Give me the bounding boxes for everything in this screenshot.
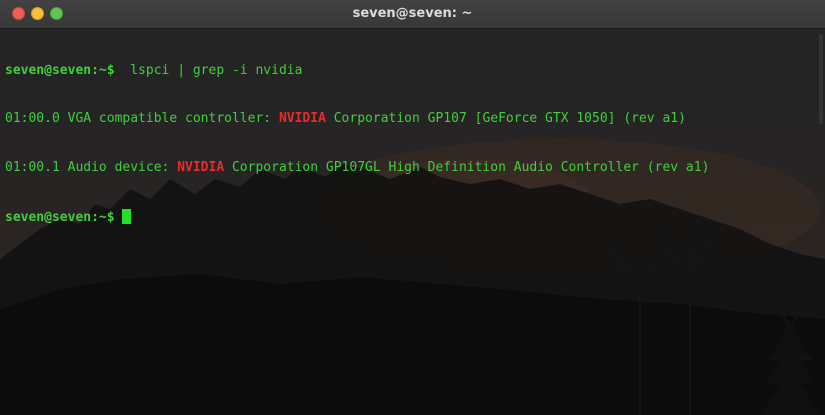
output-text: 01:00.1 Audio device: — [5, 160, 178, 176]
prompt-user-host: seven@seven — [5, 62, 92, 78]
prompt-line: seven@seven:~$ lspci | grep -i nvidia — [5, 63, 820, 79]
terminal-window: seven@seven: ~ seven@seven:~$ lspci | gr… — [0, 0, 825, 415]
scrollbar[interactable] — [819, 34, 823, 124]
maximize-button[interactable] — [50, 7, 63, 20]
title-bar: seven@seven: ~ — [0, 0, 825, 29]
terminal-output[interactable]: seven@seven:~$ lspci | grep -i nvidia 01… — [5, 30, 820, 258]
output-text: 01:00.0 VGA compatible controller: — [5, 111, 279, 127]
output-line: 01:00.1 Audio device: NVIDIA Corporation… — [5, 160, 820, 176]
prompt-path: :~$ — [91, 210, 115, 226]
grep-match: NVIDIA — [278, 111, 326, 127]
minimize-button[interactable] — [31, 7, 44, 20]
output-text: Corporation GP107GL High Definition Audi… — [224, 160, 710, 176]
prompt-line: seven@seven:~$ — [5, 209, 820, 225]
prompt-path: :~$ — [91, 62, 115, 78]
output-text: Corporation GP107 [GeForce GTX 1050] (re… — [325, 111, 686, 127]
command-text — [115, 210, 123, 225]
window-title: seven@seven: ~ — [352, 6, 473, 21]
prompt-user-host: seven@seven — [5, 210, 92, 226]
close-button[interactable] — [12, 7, 25, 20]
command-text: lspci | grep -i nvidia — [114, 62, 303, 78]
text-cursor — [122, 209, 132, 225]
grep-match: NVIDIA — [177, 160, 225, 176]
output-line: 01:00.0 VGA compatible controller: NVIDI… — [5, 111, 820, 127]
